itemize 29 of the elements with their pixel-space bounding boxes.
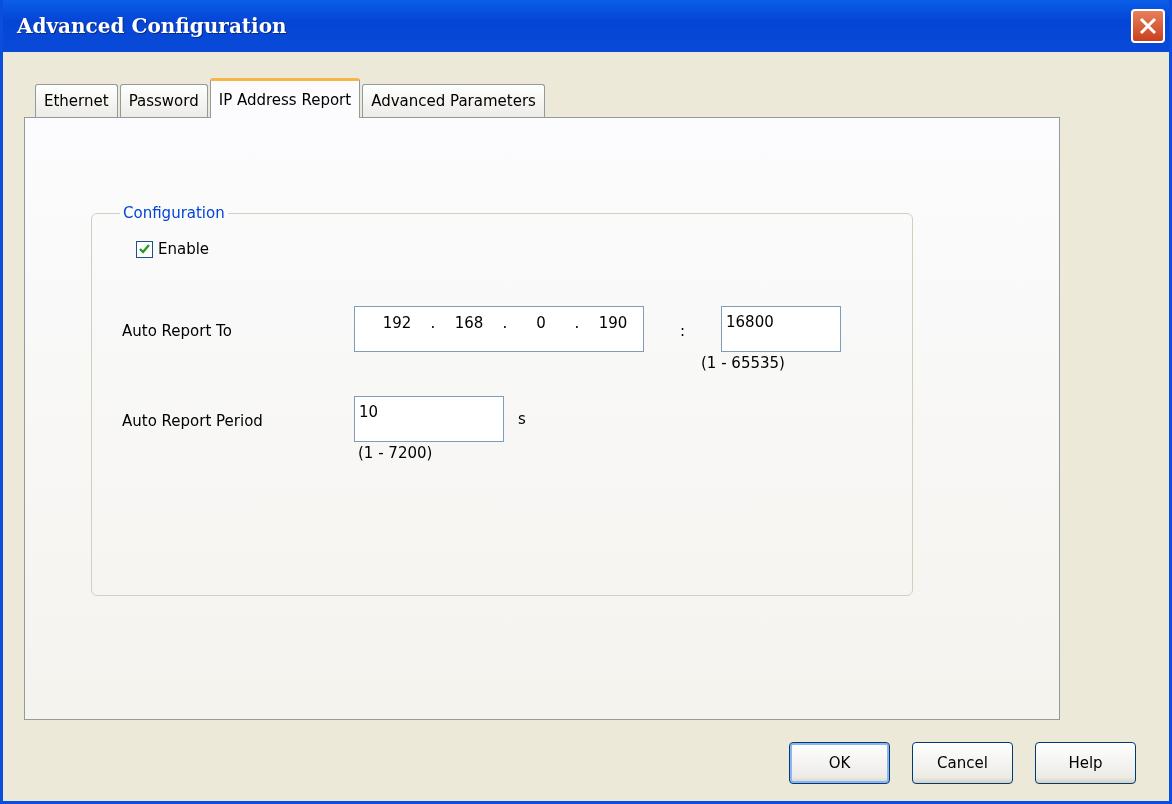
period-field[interactable]: 10 — [354, 396, 504, 442]
tab[interactable]: Password — [119, 84, 208, 117]
dialog-button[interactable]: Cancel — [912, 742, 1013, 784]
range-hint: (1 - 7200) — [357, 444, 433, 462]
octet-separator: . — [501, 314, 509, 332]
close-button[interactable] — [1131, 9, 1165, 43]
ip-octet: 168 — [453, 314, 485, 332]
unit-label: s — [517, 409, 526, 428]
octet-separator: . — [429, 314, 437, 332]
checkbox[interactable] — [136, 240, 153, 258]
window-title: Advanced Configuration — [17, 14, 287, 38]
ip-address-field[interactable]: 192 . 168 . 0 . 190 — [354, 306, 644, 352]
field-label: Auto Report Period — [122, 411, 264, 430]
tab[interactable]: IP Address Report — [209, 78, 361, 118]
group-title: Configuration — [122, 204, 226, 222]
octet-separator: . — [573, 314, 581, 332]
tab[interactable]: Advanced Parameters — [362, 84, 545, 117]
range-hint: (1 - 65535) — [701, 354, 785, 372]
port-separator: : — [678, 321, 687, 340]
field-label: Auto Report To — [122, 321, 233, 340]
ip-octet: 0 — [535, 314, 547, 332]
checkbox-label: Enable — [158, 240, 210, 258]
tab[interactable]: Ethernet — [35, 84, 118, 117]
dialog-button[interactable]: Help — [1035, 742, 1136, 784]
dialog-button[interactable]: OK — [789, 742, 890, 784]
ip-octet: 190 — [597, 314, 629, 332]
ip-octet: 192 — [381, 314, 413, 332]
port-field[interactable]: 16800 — [721, 306, 841, 352]
close-icon — [1139, 17, 1157, 35]
